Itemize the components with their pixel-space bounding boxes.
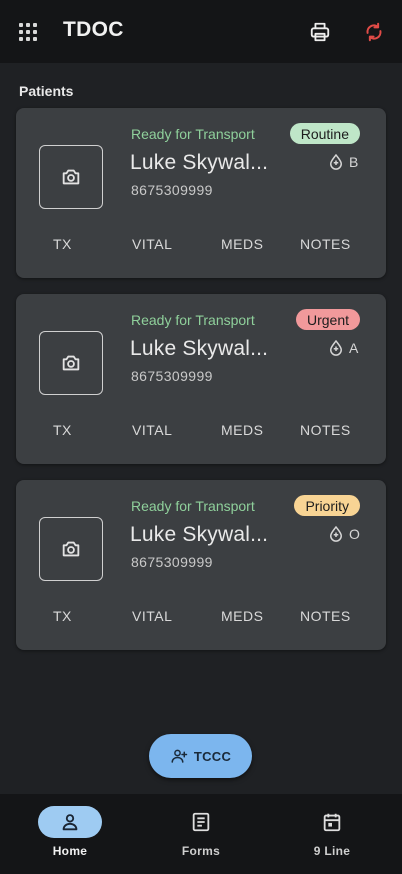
patient-name: Luke Skywal... bbox=[130, 523, 269, 546]
blood-type: B bbox=[327, 152, 358, 172]
home-icon bbox=[62, 814, 78, 831]
bottom-navigation: Home Forms 9 Line bbox=[0, 794, 402, 874]
patient-card[interactable]: Ready for Transport Luke Skywal... 86753… bbox=[16, 294, 386, 464]
vital-button[interactable]: VITAL bbox=[132, 422, 172, 438]
blood-type-label: O bbox=[349, 526, 360, 542]
blood-type: A bbox=[327, 338, 358, 358]
add-tccc-button[interactable]: TCCC bbox=[149, 734, 252, 778]
camera-icon bbox=[62, 169, 80, 185]
meds-button[interactable]: MEDS bbox=[221, 608, 263, 624]
blood-drop-icon bbox=[330, 526, 342, 542]
meds-button[interactable]: MEDS bbox=[221, 422, 263, 438]
sync-icon[interactable] bbox=[361, 19, 387, 45]
notes-button[interactable]: NOTES bbox=[300, 422, 351, 438]
patient-phone: 8675309999 bbox=[131, 182, 213, 198]
notes-button[interactable]: NOTES bbox=[300, 236, 351, 252]
add-photo-button[interactable] bbox=[39, 331, 103, 395]
top-app-bar: TDOC bbox=[0, 0, 402, 63]
tx-button[interactable]: TX bbox=[53, 608, 72, 624]
fab-label: TCCC bbox=[193, 748, 232, 764]
patient-status: Ready for Transport bbox=[131, 312, 255, 328]
blood-type-label: B bbox=[349, 154, 359, 170]
priority-badge: Routine bbox=[289, 123, 360, 144]
add-person-icon bbox=[171, 749, 188, 763]
nav-label-forms: Forms bbox=[181, 844, 221, 858]
patient-status: Ready for Transport bbox=[131, 126, 255, 142]
notes-button[interactable]: NOTES bbox=[300, 608, 351, 624]
apps-grid-icon[interactable] bbox=[18, 22, 38, 42]
vital-button[interactable]: VITAL bbox=[132, 236, 172, 252]
meds-button[interactable]: MEDS bbox=[221, 236, 263, 252]
section-title-patients: Patients bbox=[19, 83, 74, 99]
patient-name: Luke Skywal... bbox=[130, 151, 269, 174]
camera-icon bbox=[62, 541, 80, 557]
add-photo-button[interactable] bbox=[39, 517, 103, 581]
nav-label-home: Home bbox=[52, 844, 88, 858]
patient-status: Ready for Transport bbox=[131, 498, 255, 514]
card-actions: TX VITAL MEDS NOTES bbox=[16, 236, 386, 256]
patient-phone: 8675309999 bbox=[131, 554, 213, 570]
blood-drop-icon bbox=[330, 340, 342, 356]
tx-button[interactable]: TX bbox=[53, 236, 72, 252]
printer-icon[interactable] bbox=[307, 19, 333, 45]
priority-badge: Urgent bbox=[295, 309, 360, 330]
patient-card[interactable]: Ready for Transport Luke Skywal... 86753… bbox=[16, 108, 386, 278]
nav-icon-holder bbox=[300, 806, 364, 838]
add-photo-button[interactable] bbox=[39, 145, 103, 209]
nav-active-indicator bbox=[38, 806, 102, 838]
patient-card[interactable]: Ready for Transport Luke Skywal... 86753… bbox=[16, 480, 386, 650]
card-actions: TX VITAL MEDS NOTES bbox=[16, 422, 386, 442]
blood-type-label: A bbox=[349, 340, 359, 356]
nav-icon-holder bbox=[169, 806, 233, 838]
vital-button[interactable]: VITAL bbox=[132, 608, 172, 624]
priority-badge: Priority bbox=[294, 495, 360, 516]
patient-name: Luke Skywal... bbox=[130, 337, 269, 360]
camera-icon bbox=[62, 355, 80, 371]
blood-type: O bbox=[327, 524, 360, 544]
app-title: TDOC bbox=[63, 18, 124, 41]
calendar-icon bbox=[323, 813, 341, 832]
blood-drop-icon bbox=[330, 154, 342, 170]
app-screen: TDOC Patients Ready for Transport Luke S… bbox=[0, 0, 402, 874]
nav-item-home[interactable]: Home bbox=[20, 806, 120, 862]
nav-item-forms[interactable]: Forms bbox=[151, 806, 251, 862]
patient-phone: 8675309999 bbox=[131, 368, 213, 384]
nav-label-9-line: 9 Line bbox=[313, 844, 351, 858]
document-icon bbox=[192, 812, 210, 832]
nav-item-9-line[interactable]: 9 Line bbox=[282, 806, 382, 862]
tx-button[interactable]: TX bbox=[53, 422, 72, 438]
card-actions: TX VITAL MEDS NOTES bbox=[16, 608, 386, 628]
